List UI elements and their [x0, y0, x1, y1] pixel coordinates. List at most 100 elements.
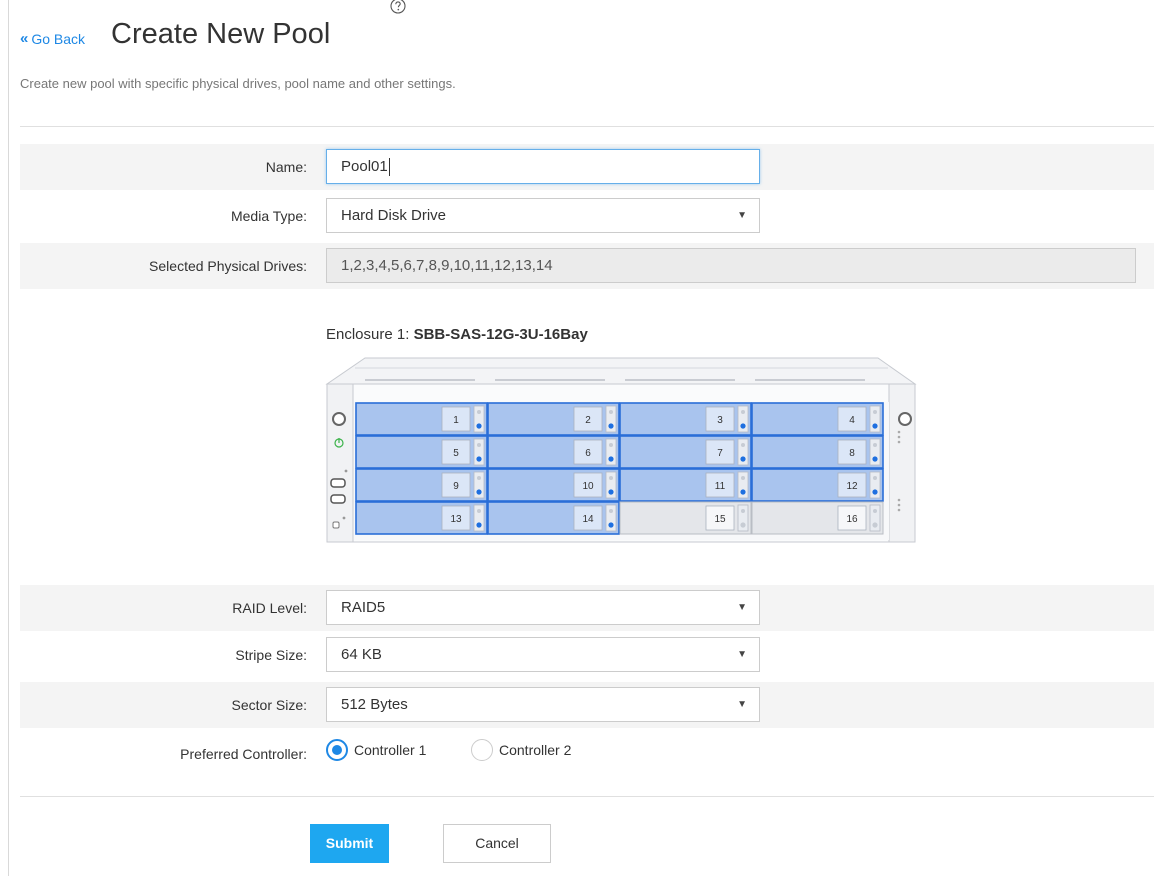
- drive-status-led: [741, 410, 745, 414]
- stripe-size-select[interactable]: 64 KB ▼: [326, 637, 760, 672]
- vent-dot: [897, 440, 901, 444]
- drive-activity-led: [740, 423, 746, 429]
- drive-bay-number: 10: [582, 481, 594, 492]
- vent-dot: [897, 503, 901, 507]
- name-label: Name:: [265, 159, 307, 175]
- drive-status-led: [609, 410, 613, 414]
- drive-bay-12[interactable]: 12: [751, 468, 884, 502]
- drive-bay-10[interactable]: 10: [487, 468, 620, 502]
- drive-status-led: [477, 476, 481, 480]
- drive-activity-led: [740, 456, 746, 462]
- drive-bay-15[interactable]: 15: [619, 501, 752, 535]
- drive-bay-13[interactable]: 13: [355, 501, 488, 535]
- help-icon[interactable]: [390, 0, 406, 14]
- drive-status-led: [873, 443, 877, 447]
- controller-2-radio[interactable]: Controller 2: [471, 739, 571, 761]
- drive-activity-led: [608, 456, 614, 462]
- go-back-label: Go Back: [31, 30, 86, 47]
- drive-bay-number: 11: [715, 481, 726, 492]
- drive-bay-2[interactable]: 2: [487, 402, 620, 436]
- sector-size-row: Sector Size: 512 Bytes ▼: [20, 682, 1154, 728]
- drive-status-led: [741, 476, 745, 480]
- go-back-link[interactable]: « Go Back: [20, 30, 85, 47]
- drive-bay-number: 8: [849, 448, 855, 459]
- sector-size-value: 512 Bytes: [341, 696, 408, 713]
- drive-status-led: [477, 509, 481, 513]
- controller-1-radio[interactable]: Controller 1: [326, 739, 426, 761]
- name-value: Pool01: [341, 158, 388, 175]
- drive-bay-7[interactable]: 7: [619, 435, 752, 469]
- cancel-button[interactable]: Cancel: [443, 824, 551, 863]
- stripe-size-value: 64 KB: [341, 646, 382, 663]
- drive-status-led: [741, 509, 745, 513]
- drive-status-led: [609, 443, 613, 447]
- usb-port-icon: [330, 478, 346, 488]
- drive-activity-led: [476, 489, 482, 495]
- dropdown-arrow-icon: ▼: [737, 210, 747, 221]
- drive-bay-14[interactable]: 14: [487, 501, 620, 535]
- selected-drives-row: Selected Physical Drives: 1,2,3,4,5,6,7,…: [20, 243, 1154, 289]
- page-title: Create New Pool: [111, 18, 331, 50]
- sector-size-select[interactable]: 512 Bytes ▼: [326, 687, 760, 722]
- chassis-right-ear: [888, 383, 916, 543]
- dropdown-arrow-icon: ▼: [737, 699, 747, 710]
- vent-dot: [897, 430, 901, 434]
- drive-bay-number: 14: [582, 514, 594, 525]
- header-divider: [20, 126, 1154, 127]
- footer-divider: [20, 796, 1154, 797]
- drive-bay-6[interactable]: 6: [487, 435, 620, 469]
- drive-bay-16[interactable]: 16: [751, 501, 884, 535]
- vent-dot: [897, 508, 901, 512]
- drive-bay-1[interactable]: 1: [355, 402, 488, 436]
- drive-bay-8[interactable]: 8: [751, 435, 884, 469]
- vent-dot: [897, 435, 901, 439]
- drive-activity-led: [608, 423, 614, 429]
- drive-status-led: [477, 443, 481, 447]
- drive-bay-4[interactable]: 4: [751, 402, 884, 436]
- drive-bay-number: 1: [453, 415, 459, 426]
- enclosure-model: SBB-SAS-12G-3U-16Bay: [413, 326, 588, 343]
- raid-level-label: RAID Level:: [232, 600, 307, 616]
- enclosure-title: Enclosure 1: SBB-SAS-12G-3U-16Bay: [326, 326, 588, 343]
- chassis-latch-left: [332, 412, 346, 426]
- radio-checked-icon: [326, 739, 348, 761]
- drive-activity-led: [872, 522, 878, 528]
- drive-bay-9[interactable]: 9: [355, 468, 488, 502]
- raid-level-row: RAID Level: RAID5 ▼: [20, 585, 1154, 631]
- dropdown-arrow-icon: ▼: [737, 649, 747, 660]
- drive-bay-number: 2: [585, 415, 591, 426]
- drive-activity-led: [476, 456, 482, 462]
- drive-bay-number: 3: [717, 415, 723, 426]
- drive-activity-led: [740, 522, 746, 528]
- media-type-select[interactable]: Hard Disk Drive ▼: [326, 198, 760, 233]
- stripe-size-label: Stripe Size:: [235, 647, 307, 663]
- enclosure-diagram: 1 2 3 45 6 7 89 10 11 1213 14 15 16: [325, 357, 917, 543]
- drive-bay-number: 13: [450, 514, 462, 525]
- sector-size-label: Sector Size:: [231, 697, 307, 713]
- drive-bay-number: 6: [585, 448, 591, 459]
- page-header: « Go Back Create New Pool: [20, 18, 330, 58]
- controller-2-label: Controller 2: [499, 742, 572, 758]
- page-subtitle: Create new pool with specific physical d…: [20, 76, 456, 91]
- drive-bay-5[interactable]: 5: [355, 435, 488, 469]
- selected-drives-value: 1,2,3,4,5,6,7,8,9,10,11,12,13,14: [341, 257, 553, 274]
- name-input[interactable]: Pool01: [326, 149, 760, 184]
- drive-status-led: [873, 476, 877, 480]
- drive-activity-led: [608, 489, 614, 495]
- drive-activity-led: [476, 522, 482, 528]
- usb-port-icon: [330, 494, 346, 504]
- media-type-label: Media Type:: [230, 208, 307, 224]
- drive-bay-3[interactable]: 3: [619, 402, 752, 436]
- enclosure-prefix: Enclosure 1:: [326, 326, 410, 343]
- drive-bay-number: 7: [717, 448, 723, 459]
- drive-activity-led: [872, 423, 878, 429]
- drive-status-led: [873, 410, 877, 414]
- controller-1-label: Controller 1: [354, 742, 427, 758]
- status-dot: [344, 469, 348, 473]
- drive-bay-11[interactable]: 11: [619, 468, 752, 502]
- submit-button[interactable]: Submit: [310, 824, 389, 863]
- drive-bay-number: 15: [714, 514, 726, 525]
- raid-level-select[interactable]: RAID5 ▼: [326, 590, 760, 625]
- drive-activity-led: [608, 522, 614, 528]
- chassis-left-ear: [326, 383, 354, 543]
